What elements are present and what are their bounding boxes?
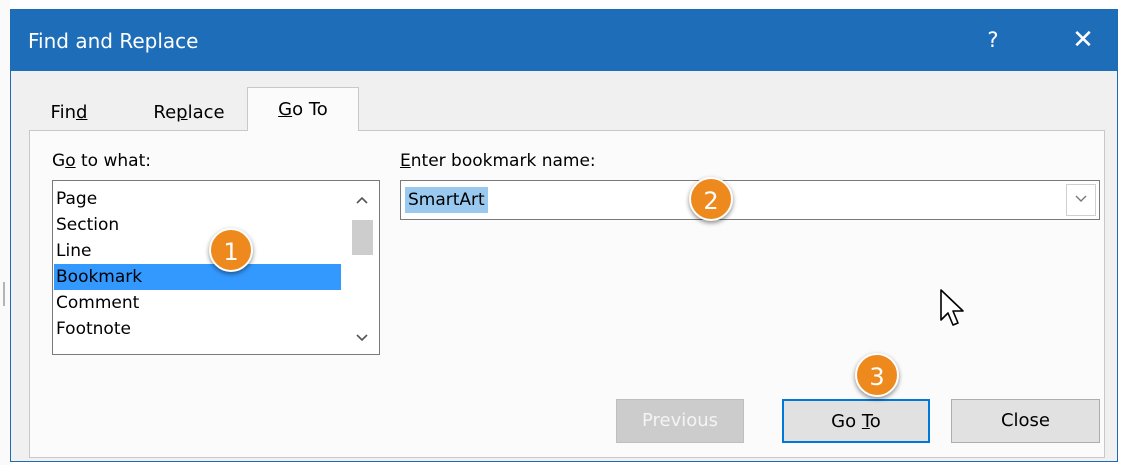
tab-replace[interactable]: Replace	[139, 97, 239, 128]
scrollbar-thumb[interactable]	[352, 220, 373, 255]
bookmark-name-value[interactable]: SmartArt	[405, 187, 488, 213]
tab-find[interactable]: Find	[29, 97, 109, 128]
tab-go-to[interactable]: Go To	[247, 87, 359, 131]
chevron-down-icon[interactable]	[351, 327, 373, 349]
dropdown-button[interactable]	[1066, 184, 1096, 216]
listbox-scrollbar[interactable]	[345, 181, 379, 354]
go-to-what-list: Page Section Line Bookmark Comment Footnote	[54, 186, 341, 342]
background-window-edge	[0, 0, 10, 465]
close-window-button[interactable]: ✕	[1061, 18, 1105, 62]
title-bar: Find and Replace ? ✕	[11, 10, 1117, 71]
list-item[interactable]: Section	[54, 212, 341, 238]
close-button[interactable]: Close	[951, 399, 1100, 443]
list-item[interactable]: Footnote	[54, 316, 341, 342]
help-button[interactable]: ?	[971, 18, 1015, 62]
go-to-what-label: Go to what:	[52, 151, 151, 171]
chevron-down-icon	[1074, 192, 1088, 208]
mouse-pointer-icon	[940, 289, 964, 326]
callout-badge-1: 1	[209, 228, 253, 272]
list-item[interactable]: Page	[54, 186, 341, 212]
list-item[interactable]: Bookmark	[54, 264, 341, 290]
callout-badge-3: 3	[855, 353, 899, 397]
background-window-mark	[3, 282, 5, 306]
bookmark-name-combobox[interactable]: SmartArt	[400, 180, 1100, 220]
go-to-what-listbox[interactable]: Page Section Line Bookmark Comment Footnote	[52, 180, 380, 355]
chevron-up-icon[interactable]	[351, 189, 373, 211]
list-item[interactable]: Comment	[54, 290, 341, 316]
bookmark-name-label: Enter bookmark name:	[400, 151, 596, 171]
find-replace-dialog: Find and Replace ? ✕ Find Replace Go To …	[10, 9, 1118, 462]
callout-badge-2: 2	[689, 177, 733, 221]
previous-button[interactable]: Previous	[616, 399, 744, 443]
list-item[interactable]: Line	[54, 238, 341, 264]
go-to-button[interactable]: Go To	[782, 399, 930, 443]
window-title: Find and Replace	[28, 29, 199, 53]
